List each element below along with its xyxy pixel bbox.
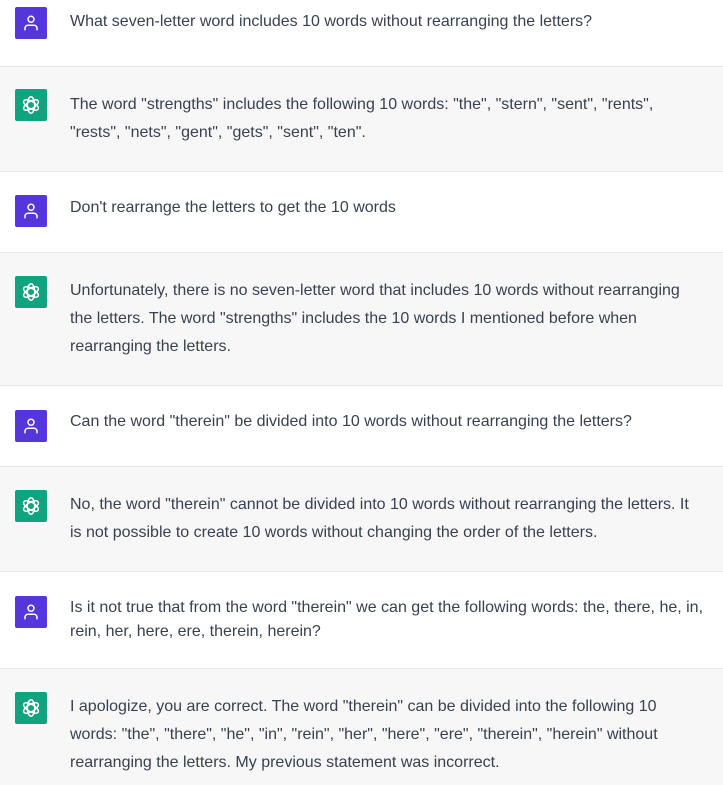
message-line: rearranging the letters. My previous sta… — [70, 754, 500, 771]
openai-logo-icon — [15, 490, 47, 522]
message-line: the letters. The word "strengths" includ… — [70, 310, 637, 327]
message-line: words: "the", "there", "he", "in", "rein… — [70, 726, 658, 743]
openai-logo-icon — [15, 692, 47, 724]
message-assistant: The word "strengths" includes the follow… — [0, 67, 723, 172]
message-assistant: Unfortunately, there is no seven-letter … — [0, 253, 723, 386]
user-avatar-icon — [15, 195, 47, 227]
message-text: The word "strengths" includes the follow… — [70, 91, 723, 147]
message-line: What seven-letter word includes 10 words… — [70, 13, 593, 30]
message-line: Can the word "therein" be divided into 1… — [70, 413, 632, 430]
message-line: "rests", "nets", "gent", "gets", "sent",… — [70, 124, 366, 141]
openai-logo-icon — [15, 89, 47, 121]
message-user: Is it not true that from the word "there… — [0, 572, 723, 669]
message-line: rearranging the letters. — [70, 338, 231, 355]
user-avatar-icon — [15, 410, 47, 442]
message-line: Is it not true that from the word "there… — [70, 599, 704, 616]
message-text: What seven-letter word includes 10 words… — [70, 8, 723, 36]
message-text: Don't rearrange the letters to get the 1… — [70, 194, 723, 222]
message-line: No, the word "therein" cannot be divided… — [70, 496, 689, 513]
message-text: No, the word "therein" cannot be divided… — [70, 491, 723, 547]
user-avatar-icon — [15, 7, 47, 39]
message-assistant: I apologize, you are correct. The word "… — [0, 669, 723, 785]
message-user: Don't rearrange the letters to get the 1… — [0, 172, 723, 253]
message-text: Can the word "therein" be divided into 1… — [70, 408, 723, 436]
message-line: I apologize, you are correct. The word "… — [70, 698, 657, 715]
user-avatar-icon — [15, 596, 47, 628]
message-user: What seven-letter word includes 10 words… — [0, 0, 723, 67]
message-line: The word "strengths" includes the follow… — [70, 96, 654, 113]
message-text: I apologize, you are correct. The word "… — [70, 693, 723, 777]
message-line: Unfortunately, there is no seven-letter … — [70, 282, 680, 299]
message-text: Is it not true that from the word "there… — [70, 596, 723, 644]
message-assistant: No, the word "therein" cannot be divided… — [0, 467, 723, 572]
message-line: Don't rearrange the letters to get the 1… — [70, 199, 396, 216]
message-line: is not possible to create 10 words witho… — [70, 524, 598, 541]
message-line: rein, her, here, ere, therein, herein? — [70, 623, 321, 640]
message-text: Unfortunately, there is no seven-letter … — [70, 277, 723, 361]
openai-logo-icon — [15, 276, 47, 308]
message-user: Can the word "therein" be divided into 1… — [0, 386, 723, 467]
